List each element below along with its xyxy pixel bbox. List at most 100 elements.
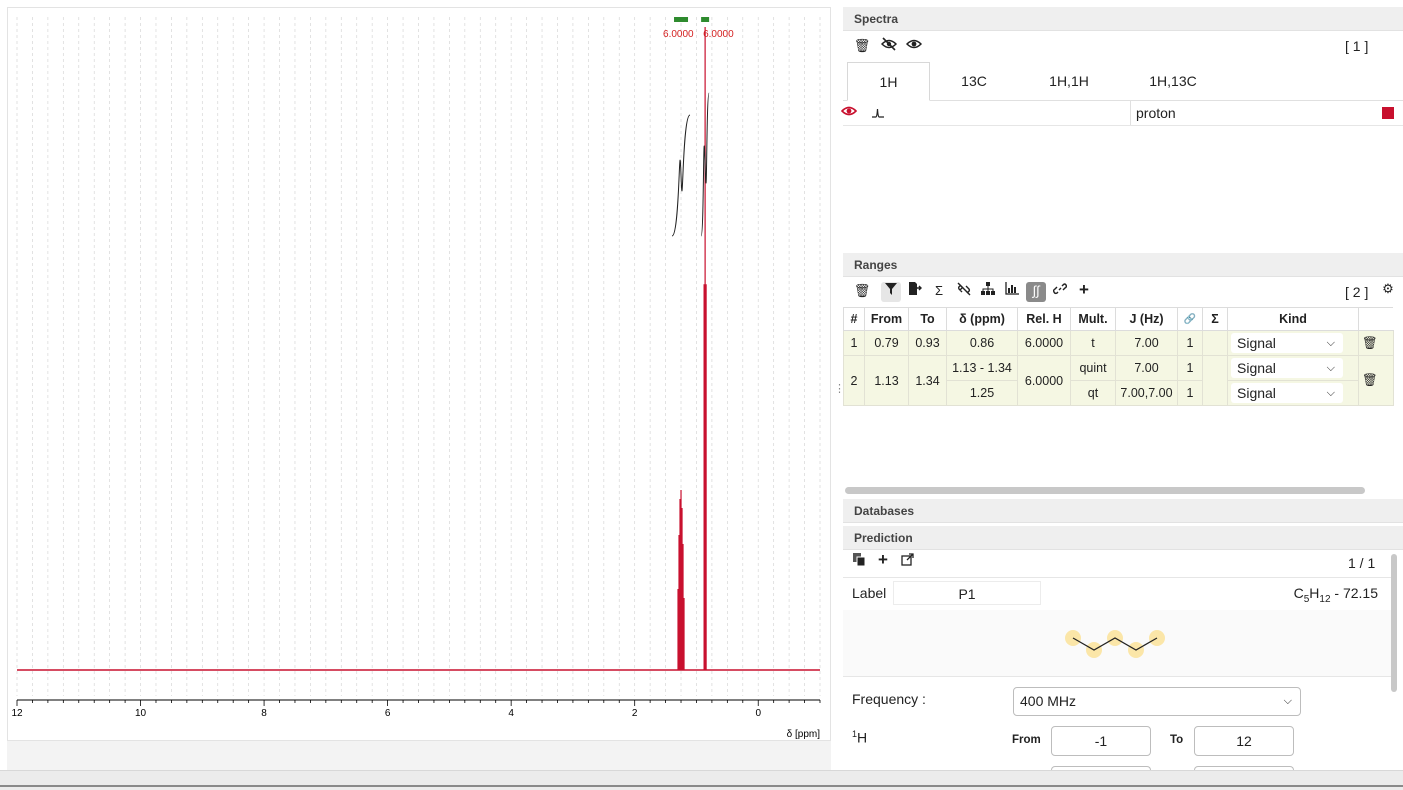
x-tick-label: 6 (385, 708, 391, 719)
row-from[interactable]: 1.13 (864, 355, 909, 406)
nucleus-tabs: 1H 13C 1H,1H 1H,13C (843, 62, 1403, 101)
integral-icon[interactable]: ∫∫ (1026, 282, 1046, 302)
frequency-label: Frequency : (852, 691, 926, 707)
x-tick-label: 10 (135, 708, 147, 719)
sum-icon[interactable]: Σ (929, 282, 949, 302)
range-marker (674, 17, 689, 22)
x-axis-label: δ [ppm] (787, 729, 821, 740)
col-mult[interactable]: Mult. (1070, 307, 1116, 331)
prediction-vertical-scrollbar[interactable] (1391, 554, 1397, 692)
col-j[interactable]: J (Hz) (1115, 307, 1178, 331)
col-from[interactable]: From (864, 307, 909, 331)
to-input[interactable]: 12 (1194, 726, 1294, 756)
row-delta[interactable]: 1.25 (946, 380, 1018, 406)
row-rel-h[interactable]: 6.0000 (1017, 330, 1071, 356)
bar-chart-icon[interactable] (1002, 282, 1022, 302)
databases-header[interactable]: Databases (843, 499, 1403, 523)
add-icon[interactable]: + (1074, 281, 1094, 301)
row-j[interactable]: 7.00,7.00 (1115, 380, 1178, 406)
row-index: 2 (843, 355, 865, 406)
row-delta[interactable]: 0.86 (946, 330, 1018, 356)
tab-1h13c[interactable]: 1H,13C (1129, 62, 1217, 100)
frequency-value: 400 MHz (1020, 693, 1077, 709)
prediction-page: 1 / 1 (1348, 555, 1376, 571)
kind-value: Signal (1237, 360, 1276, 376)
col-index[interactable]: # (843, 307, 865, 331)
spectra-count: [ 1 ] (1345, 38, 1369, 54)
chevron-down-icon: ⌵ (1283, 695, 1292, 707)
tab-1h1h[interactable]: 1H,1H (1025, 62, 1113, 100)
row-mult[interactable]: t (1070, 330, 1116, 356)
from-input[interactable]: -1 (1051, 726, 1151, 756)
kind-select[interactable]: Signal ⌵ (1231, 383, 1343, 403)
unlink-icon[interactable] (954, 282, 974, 302)
col-delta[interactable]: δ (ppm) (946, 307, 1018, 331)
chevron-down-icon: ⌵ (1326, 337, 1335, 349)
kind-select[interactable]: Signal ⌵ (1231, 358, 1343, 378)
ranges-toolbar: 🗑 Σ ∫∫ + [ 2 ] ⚙ (843, 281, 1403, 307)
range-integral-label: 6.0000 (703, 29, 734, 40)
frequency-select[interactable]: 400 MHz ⌵ (1013, 687, 1301, 716)
label-input[interactable]: P1 (893, 581, 1041, 605)
x-tick-label: 8 (261, 708, 267, 719)
copy-icon[interactable] (849, 553, 869, 573)
molecule-view[interactable] (843, 610, 1391, 677)
spectrum-color-swatch[interactable] (1382, 107, 1394, 119)
row-rel-h[interactable]: 6.0000 (1017, 355, 1071, 406)
tab-1h[interactable]: 1H (847, 62, 930, 101)
spectra-toolbar: 🗑 [ 1 ] (843, 35, 1403, 61)
trash-icon[interactable]: 🗑 (1362, 373, 1378, 387)
table-row[interactable]: 2 1.13 1.34 1.13 - 1.34 6.0000 quint 7.0… (843, 355, 1394, 406)
col-link[interactable]: 🔗 (1177, 307, 1203, 331)
link-icon[interactable] (1050, 282, 1070, 302)
label-row: Label P1 C5H12 - 72.15 (843, 577, 1391, 611)
row-j[interactable]: 7.00 (1115, 355, 1178, 381)
trash-icon[interactable]: 🗑 (852, 37, 872, 57)
row-mult[interactable]: quint (1070, 355, 1116, 381)
external-link-icon[interactable] (897, 553, 917, 573)
databases-title: Databases (854, 504, 915, 518)
col-to[interactable]: To (908, 307, 947, 331)
trash-icon[interactable]: 🗑 (1362, 336, 1378, 350)
spectrum-peak-icon (871, 105, 885, 124)
row-j[interactable]: 7.00 (1115, 330, 1178, 356)
table-row[interactable]: 1 0.79 0.93 0.86 6.0000 t 7.00 1 Signal ⌵… (843, 330, 1394, 356)
ranges-header[interactable]: Ranges (843, 253, 1403, 277)
col-kind[interactable]: Kind (1227, 307, 1359, 331)
trash-icon[interactable]: 🗑 (852, 282, 872, 302)
spectrum-name: proton (1136, 105, 1176, 121)
hide-all-icon[interactable] (879, 37, 899, 57)
spectra-header[interactable]: Spectra (843, 7, 1403, 31)
gear-icon[interactable]: ⚙ (1378, 280, 1398, 300)
row-delta[interactable]: 1.13 - 1.34 (946, 355, 1018, 381)
prediction-header[interactable]: Prediction (843, 526, 1403, 550)
row-to[interactable]: 0.93 (908, 330, 947, 356)
chevron-down-icon: ⌵ (1326, 387, 1335, 399)
spectrum-chart[interactable]: 6.0000 6.0000 12 10 8 6 4 2 0 δ [ppm] (7, 7, 831, 740)
row-mult[interactable]: qt (1070, 380, 1116, 406)
row-from[interactable]: 0.79 (864, 330, 909, 356)
tab-13c[interactable]: 13C (931, 62, 1017, 100)
prediction-title: Prediction (854, 531, 913, 545)
show-all-icon[interactable] (904, 37, 924, 57)
spectrum-list-item[interactable]: proton (840, 101, 1403, 126)
col-rel-h[interactable]: Rel. H (1017, 307, 1071, 331)
row-to[interactable]: 1.34 (908, 355, 947, 406)
kind-value: Signal (1237, 335, 1276, 351)
visibility-eye-icon[interactable] (840, 104, 858, 123)
ranges-horizontal-scrollbar[interactable] (845, 487, 1365, 494)
kind-select[interactable]: Signal ⌵ (1231, 333, 1343, 353)
nucleus-label: 1H (852, 729, 868, 746)
x-tick-label: 12 (11, 708, 23, 719)
row-link: 1 (1177, 380, 1203, 406)
ranges-table: # From To δ (ppm) Rel. H Mult. J (Hz) 🔗 … (843, 307, 1394, 406)
add-icon[interactable]: + (873, 551, 893, 571)
molecular-formula: C5H12 - 72.15 (1293, 585, 1378, 605)
from-label: From (1012, 734, 1041, 746)
export-icon[interactable] (905, 282, 925, 302)
col-sum[interactable]: Σ (1202, 307, 1228, 331)
filter-icon[interactable] (881, 282, 901, 302)
hierarchy-icon[interactable] (978, 282, 998, 302)
range-integral-label: 6.0000 (663, 29, 694, 40)
viewer-footer (7, 740, 831, 770)
